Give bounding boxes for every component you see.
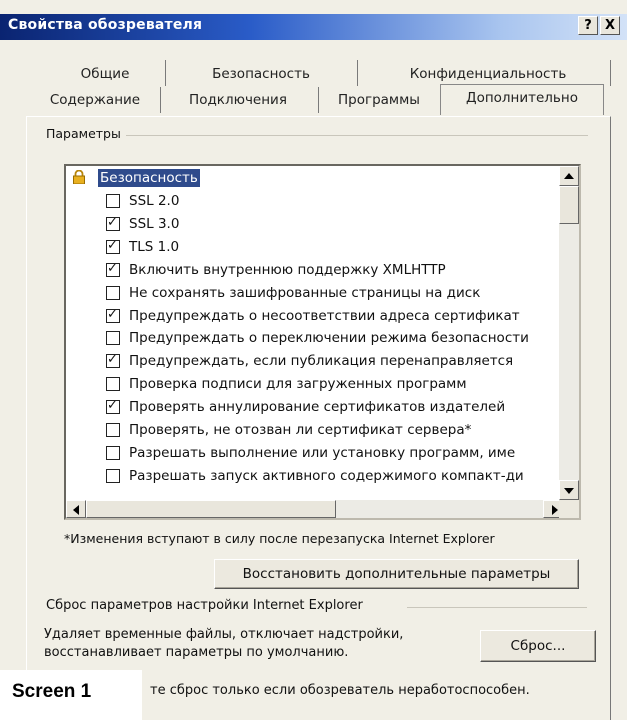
setting-row[interactable]: ✓ Предупреждать о несоответствии адреса с… xyxy=(66,305,561,327)
reset-button[interactable]: Сброс... xyxy=(480,630,596,662)
setting-label: SSL 3.0 xyxy=(129,215,180,232)
vertical-scrollbar[interactable] xyxy=(559,166,579,500)
checkmark-icon: ✓ xyxy=(107,237,118,253)
scroll-down-button[interactable] xyxy=(559,480,579,500)
setting-checkbox[interactable] xyxy=(106,331,120,346)
settings-tree-list[interactable]: Безопасность SSL 2.0 ✓ SSL 3.0 ✓ TLS 1.0 ✓ Вкл… xyxy=(64,164,581,520)
setting-label: Предупреждать о переключении режима безо… xyxy=(129,330,529,347)
setting-label: Предупреждать, если публикация перенапра… xyxy=(129,353,514,370)
horizontal-scroll-thumb[interactable] xyxy=(86,500,336,518)
setting-label: Проверять, не отозван ли сертификат серв… xyxy=(129,422,472,438)
setting-checkbox[interactable] xyxy=(106,194,120,208)
arrow-up-icon xyxy=(564,173,574,179)
restore-advanced-settings-button[interactable]: Восстановить дополнительные параметры xyxy=(214,559,579,589)
reset-group-label: Сброс параметров настройки Internet Expl… xyxy=(44,598,365,613)
tab-content[interactable]: Содержание xyxy=(30,89,160,111)
checkmark-icon: ✓ xyxy=(107,214,118,230)
lock-icon xyxy=(73,170,85,184)
setting-checkbox[interactable] xyxy=(106,468,120,483)
internet-options-dialog: Свойства обозревателя ? X Общие Безопасн… xyxy=(0,0,627,720)
setting-row[interactable]: Разрешать запуск активного содержимого к… xyxy=(66,465,561,487)
tab-connections[interactable]: Подключения xyxy=(160,89,316,111)
group-divider xyxy=(407,607,587,608)
close-button[interactable]: X xyxy=(600,16,620,35)
setting-checkbox[interactable]: ✓ xyxy=(106,260,120,277)
title-bar[interactable]: Свойства обозревателя ? X xyxy=(0,14,627,40)
setting-label: SSL 2.0 xyxy=(129,193,180,209)
setting-label: Разрешать выполнение или установку прогр… xyxy=(129,444,516,461)
screen-caption: Screen 1 xyxy=(12,681,92,702)
list-category-row[interactable]: Безопасность xyxy=(66,166,561,188)
restart-note: *Изменения вступают в силу после перезап… xyxy=(64,531,495,546)
setting-label: Включить внутреннюю поддержку XMLHTTP xyxy=(129,261,446,278)
tab-general[interactable]: Общие xyxy=(40,63,170,85)
setting-row[interactable]: Предупреждать о переключении режима безо… xyxy=(66,327,561,349)
setting-label: Проверка подписи для загруженных програм… xyxy=(129,376,467,393)
checkmark-icon: ✓ xyxy=(107,352,118,368)
vertical-scroll-thumb[interactable] xyxy=(559,186,579,224)
tab-security[interactable]: Безопасность xyxy=(166,63,356,85)
scroll-left-button[interactable] xyxy=(66,500,86,518)
setting-row[interactable]: Не сохранять зашифрованные страницы на д… xyxy=(66,282,561,304)
setting-row[interactable]: SSL 2.0 xyxy=(66,190,561,212)
reset-warning: те сброс только если обозреватель нерабо… xyxy=(150,683,530,698)
setting-checkbox[interactable]: ✓ xyxy=(106,237,120,254)
checkmark-icon: ✓ xyxy=(107,306,118,322)
setting-row[interactable]: Проверка подписи для загруженных програм… xyxy=(66,373,561,395)
arrow-right-icon xyxy=(552,505,558,515)
setting-checkbox[interactable]: ✓ xyxy=(106,214,120,231)
arrow-down-icon xyxy=(564,488,574,494)
setting-checkbox[interactable]: ✓ xyxy=(106,398,120,415)
setting-row[interactable]: Разрешать выполнение или установку прогр… xyxy=(66,442,561,464)
setting-checkbox[interactable] xyxy=(106,445,120,460)
tab-divider xyxy=(610,60,611,86)
setting-row[interactable]: ✓ SSL 3.0 xyxy=(66,213,561,235)
tab-programs[interactable]: Программы xyxy=(320,89,438,111)
setting-label: TLS 1.0 xyxy=(129,238,180,255)
scroll-corner xyxy=(559,500,579,518)
tab-advanced[interactable]: Дополнительно xyxy=(440,84,604,115)
restore-button-label: Восстановить дополнительные параметры xyxy=(242,566,551,582)
tab-divider xyxy=(318,87,319,113)
setting-label: Проверять аннулирование сертификатов изд… xyxy=(129,399,506,416)
reset-description: Удаляет временные файлы, отключает надст… xyxy=(44,627,404,660)
setting-checkbox[interactable] xyxy=(106,377,120,392)
setting-row[interactable]: ✓ Проверять аннулирование сертификатов из… xyxy=(66,396,561,418)
checkmark-icon: ✓ xyxy=(107,260,118,276)
setting-checkbox[interactable] xyxy=(106,423,120,437)
setting-label: Предупреждать о несоответствии адреса се… xyxy=(129,307,520,324)
group-divider xyxy=(126,135,588,136)
setting-checkbox[interactable]: ✓ xyxy=(106,306,120,323)
tab-divider xyxy=(357,60,358,86)
setting-label: Не сохранять зашифрованные страницы на д… xyxy=(129,284,481,301)
setting-row[interactable]: ✓ Включить внутреннюю поддержку XMLHTTP xyxy=(66,259,561,281)
setting-row[interactable]: Проверять, не отозван ли сертификат серв… xyxy=(66,419,561,441)
horizontal-scrollbar[interactable] xyxy=(66,500,563,518)
tab-privacy[interactable]: Конфиденциальность xyxy=(370,63,606,85)
window-title: Свойства обозревателя xyxy=(8,17,203,33)
checkmark-icon: ✓ xyxy=(107,398,118,414)
setting-label: Разрешать запуск активного содержимого к… xyxy=(129,467,524,484)
help-button[interactable]: ? xyxy=(578,16,598,35)
arrow-left-icon xyxy=(73,505,79,515)
scroll-up-button[interactable] xyxy=(559,166,579,186)
setting-row[interactable]: ✓ TLS 1.0 xyxy=(66,236,561,258)
settings-group-label: Параметры xyxy=(44,126,123,141)
setting-row[interactable]: ✓ Предупреждать, если публикация перенапр… xyxy=(66,350,561,372)
setting-checkbox[interactable] xyxy=(106,285,120,300)
category-security-label: Безопасность xyxy=(98,169,200,187)
setting-checkbox[interactable]: ✓ xyxy=(106,352,120,369)
reset-button-label: Сброс... xyxy=(510,638,566,654)
